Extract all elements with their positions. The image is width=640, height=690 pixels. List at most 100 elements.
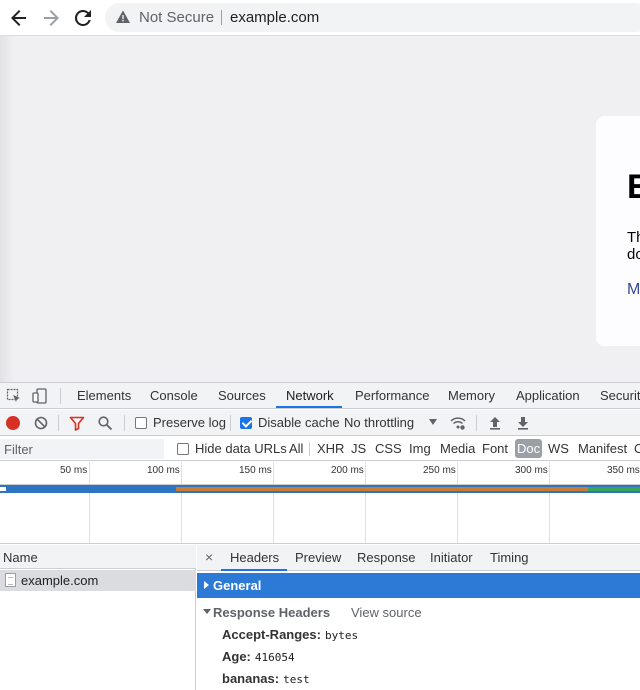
header-row: Age: 416054 — [222, 649, 295, 667]
active-tab-indicator — [276, 406, 342, 408]
toolbar-divider — [58, 415, 59, 431]
network-toolbar: Preserve log Disable cache No throttling — [0, 410, 640, 436]
tab-security[interactable]: Security — [600, 388, 640, 403]
detail-tab-timing[interactable]: Timing — [490, 550, 529, 565]
reload-icon[interactable] — [71, 6, 95, 30]
omnibox-separator — [221, 10, 222, 25]
general-section-header[interactable]: General — [197, 573, 640, 598]
timeline-grid-line — [273, 462, 274, 543]
import-har-icon[interactable] — [487, 415, 503, 431]
search-icon[interactable] — [97, 415, 113, 431]
security-status[interactable]: Not Secure — [139, 9, 214, 26]
network-filter-bar: Hide data URLs All XHR JS CSS Img Media … — [0, 437, 640, 461]
network-conditions-icon[interactable] — [450, 415, 466, 431]
type-filter-manifest[interactable]: Manifest — [578, 441, 627, 456]
toolbar-divider — [124, 415, 125, 431]
timeline-tick: 200 ms — [331, 465, 364, 476]
tab-memory[interactable]: Memory — [448, 388, 495, 403]
url-text[interactable]: example.com — [230, 9, 319, 26]
type-filter-img[interactable]: Img — [409, 441, 431, 456]
detail-tab-preview[interactable]: Preview — [295, 550, 341, 565]
detail-tab-initiator[interactable]: Initiator — [430, 550, 473, 565]
address-bar[interactable]: Not Secure example.com — [105, 3, 640, 32]
preserve-log-label[interactable]: Preserve log — [153, 415, 226, 430]
network-overview-timeline[interactable]: 50 ms 100 ms 150 ms 200 ms 250 ms 300 ms… — [0, 462, 640, 544]
clear-icon[interactable] — [33, 415, 49, 431]
header-value: bytes — [324, 629, 359, 642]
timeline-grid-line — [457, 462, 458, 543]
timeline-waiting-bar — [176, 487, 588, 491]
response-headers-label: Response Headers — [213, 605, 331, 620]
request-row[interactable]: example.com — [0, 570, 196, 591]
inspect-element-icon[interactable] — [6, 388, 22, 404]
tab-network[interactable]: Network — [286, 388, 334, 403]
browser-toolbar: Not Secure example.com — [0, 0, 640, 36]
timeline-grid-line — [365, 462, 366, 543]
close-icon[interactable]: × — [205, 549, 213, 565]
request-detail-pane: × Headers Preview Response Initiator Tim… — [197, 545, 640, 690]
header-row: bananas: test — [222, 671, 310, 689]
tab-performance[interactable]: Performance — [355, 388, 429, 403]
tab-elements[interactable]: Elements — [77, 388, 131, 403]
name-column-label: Name — [3, 550, 38, 565]
type-filter-js[interactable]: JS — [351, 441, 366, 456]
type-filter-css[interactable]: CSS — [375, 441, 402, 456]
disable-cache-checkbox[interactable] — [240, 417, 252, 429]
request-list: Name example.com — [0, 545, 196, 690]
warning-icon[interactable] — [115, 9, 131, 25]
toolbar-divider — [230, 415, 231, 431]
general-label: General — [213, 578, 262, 593]
timeline-grid-line — [549, 462, 550, 543]
tab-console[interactable]: Console — [150, 388, 198, 403]
timeline-tick: 250 ms — [423, 465, 456, 476]
tab-divider — [60, 388, 61, 404]
header-key: Age: — [222, 649, 251, 664]
tab-application[interactable]: Application — [516, 388, 580, 403]
type-filter-all[interactable]: All — [289, 441, 303, 456]
header-key: bananas: — [222, 671, 280, 686]
filter-divider — [309, 442, 310, 456]
type-filter-doc[interactable]: Doc — [515, 439, 543, 458]
timeline-grid-line — [89, 462, 90, 543]
filter-input[interactable] — [0, 439, 164, 459]
hide-data-urls-label[interactable]: Hide data URLs — [195, 441, 287, 456]
request-name: example.com — [21, 573, 99, 588]
timeline-tick: 150 ms — [239, 465, 272, 476]
export-har-icon[interactable] — [515, 415, 531, 431]
page-heading: E — [627, 168, 640, 206]
preserve-log-checkbox[interactable] — [135, 417, 147, 429]
forward-arrow-icon[interactable] — [39, 6, 63, 30]
type-filter-xhr[interactable]: XHR — [317, 441, 344, 456]
detail-tab-response[interactable]: Response — [357, 550, 416, 565]
record-button[interactable] — [6, 416, 20, 430]
device-toolbar-icon[interactable] — [32, 388, 48, 404]
hide-data-urls-checkbox[interactable] — [177, 443, 189, 455]
chevron-right-icon — [204, 581, 209, 589]
filter-icon[interactable] — [69, 415, 85, 431]
header-key: Accept-Ranges: — [222, 627, 321, 642]
detail-tab-headers[interactable]: Headers — [230, 550, 279, 565]
header-value: 416054 — [254, 651, 295, 664]
devtools-panel: Elements Console Sources Network Perform… — [0, 382, 640, 690]
toolbar-divider — [476, 415, 477, 431]
back-arrow-icon[interactable] — [7, 6, 31, 30]
disable-cache-label[interactable]: Disable cache — [258, 415, 340, 430]
type-filter-font[interactable]: Font — [482, 441, 508, 456]
header-row: Accept-Ranges: bytes — [222, 627, 358, 645]
type-filter-media[interactable]: Media — [440, 441, 475, 456]
timeline-grid-line — [181, 462, 182, 543]
view-source-link[interactable]: View source — [351, 605, 422, 620]
timeline-download-bar — [588, 487, 640, 491]
throttling-select[interactable]: No throttling — [344, 415, 414, 430]
response-headers-section-header[interactable]: Response Headers View source — [197, 601, 640, 623]
page-content-card: E Th do M — [596, 116, 640, 346]
name-column-header[interactable]: Name — [0, 545, 196, 569]
timeline-tick: 50 ms — [60, 465, 88, 476]
page-more-info-link[interactable]: M — [627, 281, 640, 299]
page-viewport: E Th do M — [0, 36, 640, 382]
type-filter-other[interactable]: O — [634, 441, 640, 456]
chevron-down-icon[interactable] — [429, 419, 437, 425]
tab-sources[interactable]: Sources — [218, 388, 266, 403]
type-filter-ws[interactable]: WS — [548, 441, 569, 456]
devtools-tab-bar: Elements Console Sources Network Perform… — [0, 383, 640, 409]
